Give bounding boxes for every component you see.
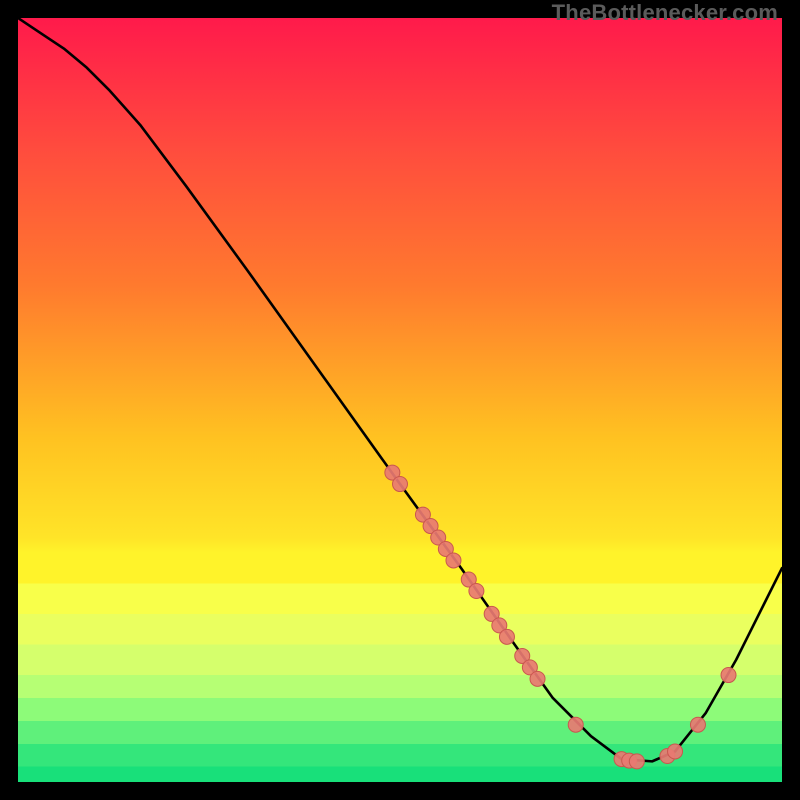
data-marker bbox=[469, 584, 484, 599]
data-marker bbox=[721, 668, 736, 683]
data-marker bbox=[393, 477, 408, 492]
chart-frame: TheBottlenecker.com bbox=[0, 0, 800, 800]
watermark-text: TheBottlenecker.com bbox=[552, 0, 778, 26]
gradient-background bbox=[18, 18, 782, 782]
data-marker bbox=[690, 717, 705, 732]
data-marker bbox=[568, 717, 583, 732]
data-marker bbox=[668, 744, 683, 759]
data-marker bbox=[446, 553, 461, 568]
data-marker bbox=[530, 671, 545, 686]
data-marker bbox=[629, 754, 644, 769]
plot-area bbox=[18, 18, 782, 782]
chart-svg bbox=[18, 18, 782, 782]
data-marker bbox=[499, 629, 514, 644]
